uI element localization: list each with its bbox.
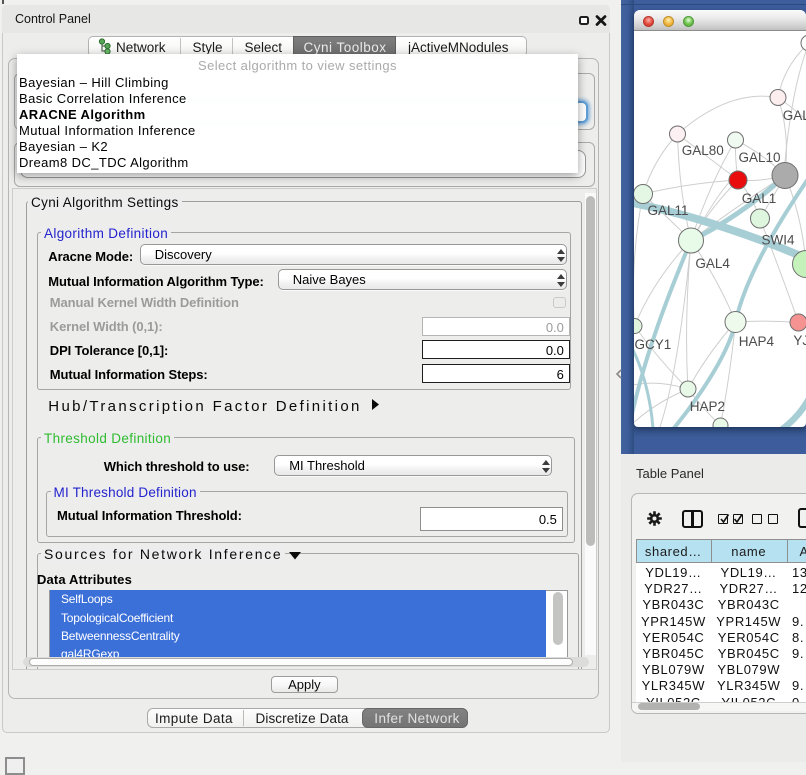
svg-text:GAL10: GAL10 <box>738 150 780 165</box>
svg-text:GAL11: GAL11 <box>647 203 688 218</box>
svg-text:GAL80: GAL80 <box>681 143 723 158</box>
svg-text:GAL1: GAL1 <box>741 191 776 206</box>
svg-text:GAL2: GAL2 <box>782 108 806 123</box>
svg-text:YJL: YJL <box>793 333 806 348</box>
svg-text:GCY1: GCY1 <box>634 337 671 352</box>
svg-text:HAP2: HAP2 <box>689 399 724 414</box>
svg-text:SWI4: SWI4 <box>761 233 794 248</box>
svg-text:HAP4: HAP4 <box>738 334 774 349</box>
svg-text:GAL4: GAL4 <box>695 256 730 271</box>
